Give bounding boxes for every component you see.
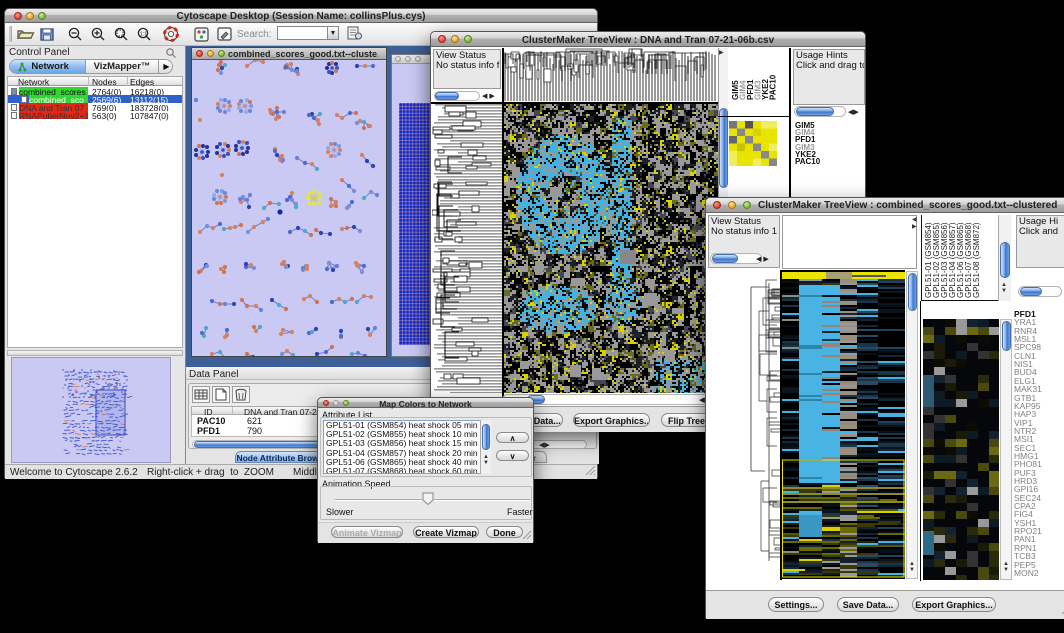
svg-text:PAC10: PAC10 [769,74,778,100]
svg-text:GPL51-08 (GSM872): GPL51-08 (GSM872) [972,222,981,298]
svg-text:1:1: 1:1 [140,32,148,38]
